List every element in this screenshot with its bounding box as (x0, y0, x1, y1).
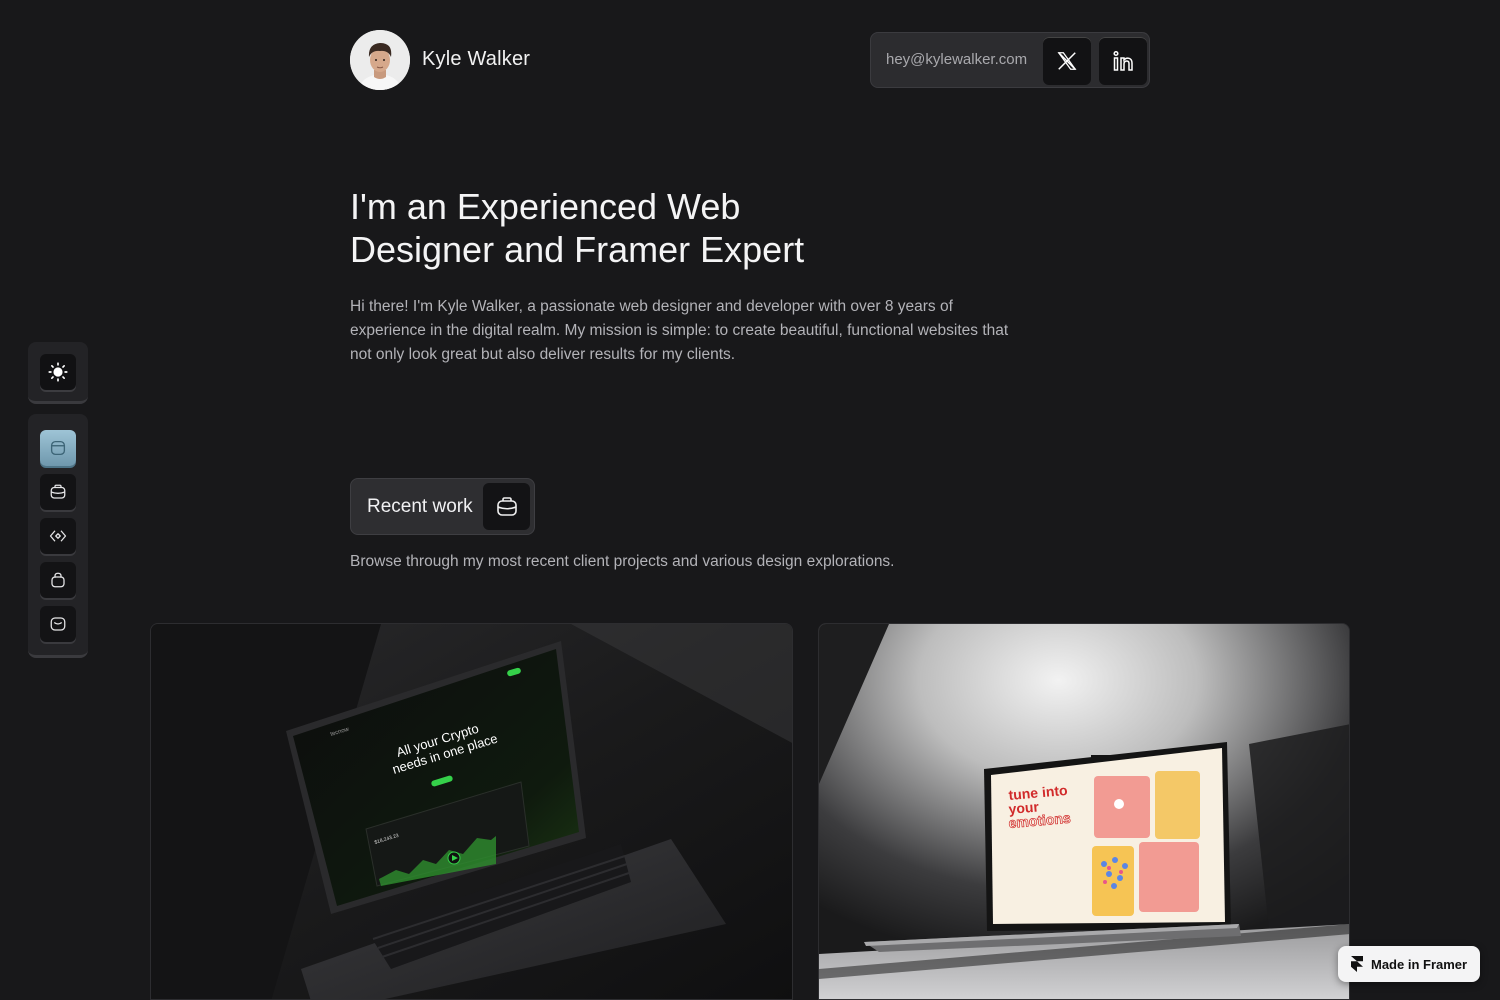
mail-icon (50, 617, 66, 631)
nav-code-button[interactable] (40, 518, 76, 554)
linkedin-social-button[interactable] (1099, 37, 1147, 85)
nav-work-button[interactable] (40, 474, 76, 510)
made-in-framer-label: Made in Framer (1371, 956, 1468, 972)
crypto-laptop-mockup: tecnow All your Crypto needs in one plac… (151, 624, 792, 999)
home-icon (50, 440, 66, 456)
hero-title-line-1: I'm an Experienced Web (350, 186, 741, 227)
site-owner-name[interactable]: Kyle Walker (422, 48, 530, 71)
sidebar-nav (28, 414, 88, 658)
recent-work-label: Recent work (367, 496, 473, 517)
linkedin-icon (1113, 50, 1133, 71)
briefcase-icon (483, 483, 530, 530)
hero-title-line-2: Designer and Framer Expert (350, 229, 805, 270)
header: Kyle Walker hey@kylewalker.com (350, 30, 1150, 90)
recent-work-chip: Recent work (350, 478, 535, 535)
portfolio-page: Kyle Walker hey@kylewalker.com I'm an Ex… (0, 0, 1500, 1000)
email-link[interactable]: hey@kylewalker.com (886, 51, 1027, 68)
bag-icon (51, 572, 65, 588)
briefcase-icon (50, 484, 66, 499)
code-icon (49, 530, 67, 542)
framer-logo-icon (1351, 956, 1363, 972)
theme-toggle-panel (28, 342, 88, 404)
project-card-emotions[interactable]: tune into your emotions (818, 623, 1350, 1000)
x-logo-icon (1057, 52, 1077, 70)
emotions-laptop-mockup: tune into your emotions (819, 624, 1349, 999)
sun-icon (48, 362, 68, 382)
theme-toggle-button[interactable] (40, 354, 76, 390)
nav-shop-button[interactable] (40, 562, 76, 598)
x-social-button[interactable] (1043, 37, 1091, 85)
recent-work-description: Browse through my most recent client pro… (350, 553, 895, 570)
hero-intro-text: Hi there! I'm Kyle Walker, a passionate … (350, 298, 1009, 363)
avatar (350, 30, 410, 90)
nav-home-button[interactable] (40, 430, 76, 466)
made-in-framer-badge[interactable]: Made in Framer (1338, 946, 1480, 982)
project-card-crypto[interactable]: tecnow All your Crypto needs in one plac… (150, 623, 793, 1000)
hero-title: I'm an Experienced Web Designer and Fram… (350, 185, 1050, 271)
contact-bar: hey@kylewalker.com (870, 32, 1150, 88)
nav-contact-button[interactable] (40, 606, 76, 642)
